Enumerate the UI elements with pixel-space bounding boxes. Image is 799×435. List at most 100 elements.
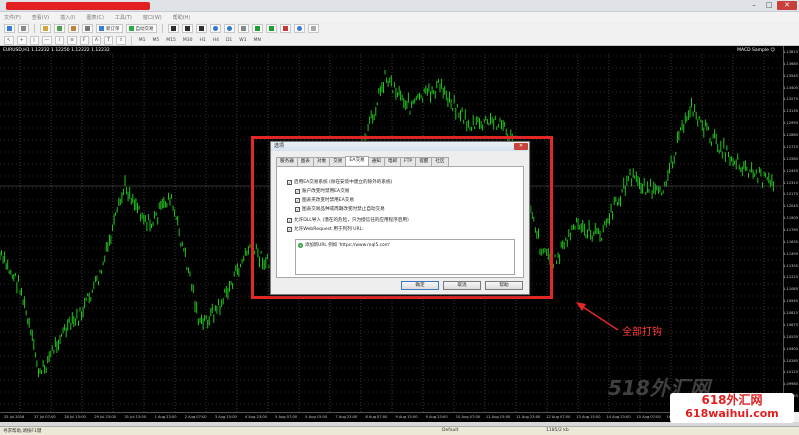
tab-objects[interactable]: 对象: [313, 157, 331, 166]
timeframe-m1[interactable]: M1: [137, 38, 148, 43]
data-window-button[interactable]: [54, 24, 65, 33]
tab-server[interactable]: 服务器: [276, 157, 298, 166]
menu-file[interactable]: 文件(F): [4, 14, 21, 21]
channel-tool[interactable]: ≡: [67, 35, 77, 45]
candle-chart-button[interactable]: [181, 24, 193, 33]
new-chart-icon: [7, 26, 12, 31]
autotrading-button[interactable]: 自动交易: [125, 24, 157, 33]
timeframe-m15[interactable]: M15: [164, 38, 178, 43]
indicators-button[interactable]: [279, 24, 291, 33]
help-button[interactable]: 帮助: [485, 281, 523, 290]
checkbox-checked-icon[interactable]: ✓: [295, 188, 300, 194]
market-watch-button[interactable]: [40, 24, 51, 33]
tab-expert-advisors[interactable]: EA交易: [345, 156, 369, 165]
vertical-line-tool[interactable]: |: [29, 35, 39, 45]
dialog-close-button[interactable]: ✕: [514, 143, 528, 150]
menu-help[interactable]: 帮助(H): [173, 14, 191, 21]
checkbox-checked-icon[interactable]: ✓: [295, 206, 300, 212]
crosshair-tool[interactable]: +: [16, 35, 27, 45]
title-bar: – □ ✕: [0, 0, 799, 12]
status-help-text: 寻求帮助,请按F1键: [3, 429, 42, 434]
time-tick-label: 15 Aug 07:00: [636, 415, 661, 419]
checkbox-checked-icon[interactable]: ✓: [287, 217, 292, 223]
price-tick-label: 1.11495: [783, 251, 798, 256]
price-tick-label: 1.13275: [783, 97, 798, 102]
menu-view[interactable]: 查看(V): [32, 14, 49, 21]
arrows-tool[interactable]: ⇧: [115, 35, 126, 45]
new-order-button[interactable]: 新订单: [96, 24, 123, 33]
tab-trade[interactable]: 交易: [329, 157, 347, 166]
bar-chart-button[interactable]: [167, 24, 179, 33]
option-disable-on-profile-change[interactable]: ✓ 图表夹改变时禁用EA交易: [295, 197, 354, 203]
zoom-in-button[interactable]: [209, 24, 221, 33]
timeframe-m5[interactable]: M5: [150, 38, 161, 43]
checkbox-checked-icon[interactable]: ✓: [287, 179, 292, 185]
watermark-badge: 618外汇网 618waihui.com: [670, 393, 794, 423]
menu-insert[interactable]: 插入(I): [60, 14, 75, 21]
timeframe-mn[interactable]: MN: [252, 38, 263, 43]
minimize-button[interactable]: –: [747, 1, 761, 10]
menu-window[interactable]: 窗口(W): [143, 14, 162, 21]
profiles-button[interactable]: [18, 24, 29, 33]
templates-button[interactable]: [307, 24, 319, 33]
tab-notifications[interactable]: 通知: [367, 157, 385, 166]
timeframe-h1[interactable]: H1: [197, 38, 207, 43]
toolbar-separator: [161, 24, 163, 33]
time-tick-label: 5 Aug 07:00: [275, 415, 298, 419]
trendline-tool[interactable]: /: [55, 35, 65, 45]
text-tool[interactable]: A: [91, 35, 101, 45]
option-allow-webrequest[interactable]: ✓ 允许WebRequest 用于列列 URL:: [287, 226, 364, 232]
tab-email[interactable]: 电邮: [383, 157, 402, 166]
time-tick-label: 2 Aug 07:00: [184, 415, 207, 419]
toolbar-separator: [34, 24, 35, 33]
tab-community[interactable]: 社区: [431, 157, 449, 166]
price-tick-label: 1.10125: [783, 370, 798, 375]
time-tick-label: 13 Aug 15:00: [576, 415, 601, 419]
timeframe-d1[interactable]: D1: [224, 38, 234, 43]
tab-ftp[interactable]: FTP: [400, 157, 417, 166]
timeframe-h4[interactable]: H4: [211, 38, 221, 43]
price-tick-label: 1.11355: [783, 263, 798, 268]
zoom-out-icon: [226, 26, 232, 31]
label-tool[interactable]: T: [103, 35, 113, 45]
time-tick-label: 27 Jul 07:00: [34, 415, 56, 419]
webrequest-url-list[interactable]: + 添加新URL 例如 'https://www.mql5.com': [295, 239, 515, 275]
horizontal-line-tool[interactable]: —: [41, 35, 53, 45]
new-chart-button[interactable]: [4, 24, 15, 33]
menu-charts[interactable]: 图表(C): [87, 14, 104, 21]
auto-scroll-button[interactable]: [251, 24, 263, 33]
time-tick-label: 4 Aug 23:00: [244, 415, 267, 419]
option-disable-on-symbol-change[interactable]: ✓ 图表交易品种或周期改变时禁止自动交易: [295, 206, 385, 212]
option-enable-ea[interactable]: ✓ 启用EA交易系统 (除在安装中建立的除外的系统): [287, 179, 392, 185]
indicators-icon: [282, 26, 288, 31]
checkbox-checked-icon[interactable]: ✓: [295, 197, 300, 203]
add-url-item[interactable]: + 添加新URL 例如 'https://www.mql5.com': [298, 242, 390, 248]
chart-shift-button[interactable]: [265, 24, 277, 33]
close-window-button[interactable]: ✕: [777, 1, 797, 10]
candlestick-icon: [184, 26, 190, 31]
line-chart-button[interactable]: [195, 24, 207, 33]
watermark-line1: 618外汇网: [701, 393, 763, 407]
window-controls: – □ ✕: [747, 1, 797, 10]
tab-charts[interactable]: 图表: [296, 157, 314, 166]
timeframe-w1[interactable]: W1: [237, 38, 248, 43]
cancel-button[interactable]: 取消: [443, 281, 481, 290]
dialog-title: 选项: [274, 143, 285, 149]
maximize-button[interactable]: □: [762, 1, 776, 10]
periods-button[interactable]: [293, 24, 305, 33]
zoom-out-button[interactable]: [223, 24, 235, 33]
timeframe-m30[interactable]: M30: [181, 38, 195, 43]
tab-alerts[interactable]: 提醒: [415, 157, 433, 166]
checkbox-checked-icon[interactable]: ✓: [287, 226, 292, 232]
tile-windows-button[interactable]: [237, 24, 249, 33]
option-disable-on-account-change[interactable]: ✓ 账户改变时禁用EA交易: [295, 188, 349, 194]
navigator-button[interactable]: [68, 24, 79, 33]
terminal-button[interactable]: [82, 24, 93, 33]
time-tick-label: 11 Aug 23:00: [516, 415, 541, 419]
ok-button[interactable]: 确定: [401, 281, 439, 290]
menu-tools[interactable]: 工具(T): [115, 14, 132, 21]
fibonacci-tool[interactable]: F: [79, 35, 89, 45]
cursor-tool[interactable]: ↖: [4, 35, 14, 45]
time-tick-label: 9 Aug 23:00: [425, 415, 448, 419]
option-allow-dll-imports[interactable]: ✓ 允许DLL导入 (潜在的危险，只为授信任的应用程序启用): [287, 217, 409, 223]
